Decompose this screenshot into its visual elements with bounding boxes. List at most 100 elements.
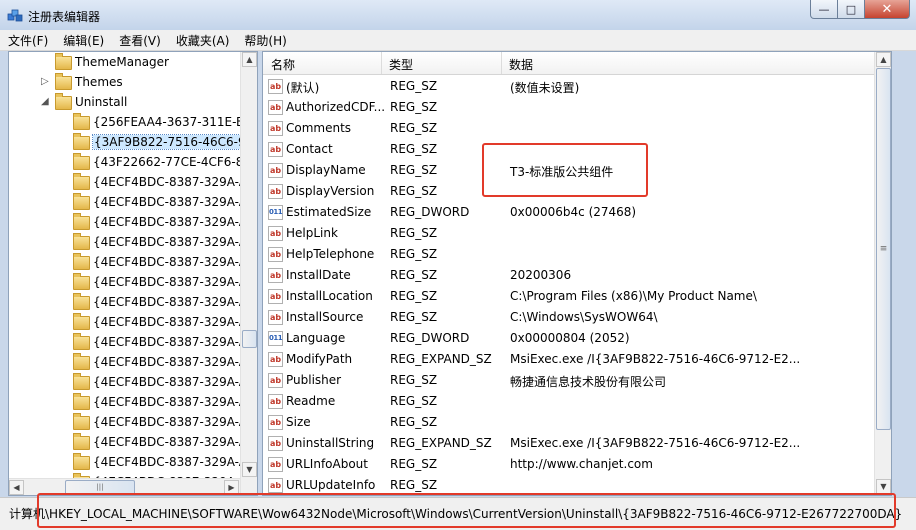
tree-item[interactable]: {4ECF4BDC-8387-329A-A [9, 433, 247, 453]
tree-item[interactable]: {4ECF4BDC-8387-329A-A [9, 273, 247, 293]
value-row[interactable]: ab AuthorizedCDF... REG_SZ [263, 97, 891, 118]
list-scroll-down-button[interactable]: ▼ [876, 479, 891, 494]
value-type: REG_SZ [390, 100, 438, 114]
column-header-type[interactable]: 类型 [389, 56, 413, 73]
tree-item[interactable]: {4ECF4BDC-8387-329A-A [9, 233, 247, 253]
tree-item[interactable]: {4ECF4BDC-8387-329A-A [9, 253, 247, 273]
value-name: InstallLocation [286, 289, 373, 303]
value-type: REG_SZ [390, 415, 438, 429]
binary-value-icon: 011 [268, 205, 283, 220]
string-value-icon: ab [268, 226, 283, 241]
value-row[interactable]: ab HelpLink REG_SZ [263, 223, 891, 244]
string-value-icon: ab [268, 268, 283, 283]
value-row[interactable]: ab InstallDate REG_SZ 20200306 [263, 265, 891, 286]
tree-item[interactable]: {4ECF4BDC-8387-329A-A [9, 453, 247, 473]
tree-item-label: {4ECF4BDC-8387-329A-A [93, 395, 247, 409]
value-row[interactable]: 011 EstimatedSize REG_DWORD 0x00006b4c (274… [263, 202, 891, 223]
tree-item[interactable]: {4ECF4BDC-8387-329A-A [9, 173, 247, 193]
tree-item[interactable]: {4ECF4BDC-8387-329A-A [9, 393, 247, 413]
value-name: ModifyPath [286, 352, 353, 366]
string-value-icon: ab [268, 163, 283, 178]
value-row[interactable]: ab UninstallString REG_EXPAND_SZ MsiExec.ex… [263, 433, 891, 454]
value-row[interactable]: ab ModifyPath REG_EXPAND_SZ MsiExec.exe /I{… [263, 349, 891, 370]
tree-item-label: {4ECF4BDC-8387-329A-A [93, 275, 247, 289]
value-name: (默认) [286, 81, 320, 95]
tree-item[interactable]: ◢ Uninstall [9, 93, 240, 113]
folder-icon [73, 373, 90, 390]
value-row[interactable]: ab InstallLocation REG_SZ C:\Program Files … [263, 286, 891, 307]
tree-item[interactable]: {3AF9B822-7516-46C6-97 [9, 133, 256, 153]
scroll-left-icon: ◀ [13, 483, 20, 492]
string-value-icon: ab [268, 415, 283, 430]
folder-icon [55, 93, 72, 110]
tree-item[interactable]: ▷ Themes [9, 73, 240, 93]
close-button[interactable]: ✕ [865, 0, 910, 19]
tree-scroll-thumb[interactable] [242, 330, 257, 348]
folder-icon [73, 253, 90, 270]
tree-item-label: {3AF9B822-7516-46C6-97 [91, 134, 256, 150]
list-scroll-up-button[interactable]: ▲ [876, 52, 891, 67]
tree-item[interactable]: ThemeManager [9, 53, 240, 73]
string-value-icon: ab [268, 352, 283, 367]
tree-item[interactable]: {4ECF4BDC-8387-329A-A [9, 193, 247, 213]
list-vertical-scrollbar[interactable]: ▲ ≡ ▼ [874, 52, 891, 495]
collapsed-arrow-icon[interactable]: ▷ [41, 76, 49, 87]
string-value-icon: ab [268, 289, 283, 304]
value-row[interactable]: ab InstallSource REG_SZ C:\Windows\SysWOW64… [263, 307, 891, 328]
value-name: EstimatedSize [286, 205, 372, 219]
tree-item[interactable]: {4ECF4BDC-8387-329A-A [9, 293, 247, 313]
folder-icon [55, 53, 72, 70]
value-row[interactable]: ab Publisher REG_SZ 畅捷通信息技术股份有限公司 [263, 370, 891, 391]
value-data: MsiExec.exe /I{3AF9B822-7516-46C6-9712-E… [510, 436, 801, 450]
tree-item[interactable]: {4ECF4BDC-8387-329A-A [9, 373, 247, 393]
value-row[interactable]: ab Comments REG_SZ [263, 118, 891, 139]
tree-item[interactable]: {4ECF4BDC-8387-329A-A [9, 333, 247, 353]
tree-item-label: {256FEAA4-3637-311E-B4 [93, 115, 252, 129]
value-list-pane[interactable]: 名称 类型 数据 ab (默认) REG_SZ (数值未设置) ab Authorized… [262, 51, 892, 496]
value-data: 0x00006b4c (27468) [510, 205, 637, 219]
menu-view[interactable]: 查看(V) [111, 30, 168, 50]
tree-item[interactable]: {4ECF4BDC-8387-329A-A [9, 213, 247, 233]
value-row[interactable]: ab Size REG_SZ [263, 412, 891, 433]
tree-item[interactable]: {4ECF4BDC-8387-329A-A [9, 413, 247, 433]
key-tree-pane[interactable]: ThemeManager ▷ Themes ◢ Uninstall {256FEAA4-3… [8, 51, 258, 496]
tree-item[interactable]: {43F22662-77CE-4CF6-8E [9, 153, 251, 173]
string-value-icon: ab [268, 478, 283, 493]
tree-item[interactable]: {4ECF4BDC-8387-329A-A [9, 353, 247, 373]
menu-file[interactable]: 文件(F) [0, 30, 55, 50]
tree-item[interactable]: {256FEAA4-3637-311E-B4 [9, 113, 252, 133]
value-row[interactable]: ab URLInfoAbout REG_SZ http://www.chanjet.c… [263, 454, 891, 475]
column-divider[interactable] [501, 52, 502, 74]
value-type: REG_SZ [390, 394, 438, 408]
tree-scroll-down-button[interactable]: ▼ [242, 462, 257, 477]
value-row[interactable]: ab (默认) REG_SZ (数值未设置) [263, 76, 891, 97]
menu-edit[interactable]: 编辑(E) [55, 30, 111, 50]
maximize-button[interactable]: □ [838, 0, 865, 19]
tree-item-label: Themes [75, 75, 123, 89]
value-name: DisplayVersion [286, 184, 375, 198]
value-row[interactable]: ab Readme REG_SZ [263, 391, 891, 412]
string-value-icon: ab [268, 100, 283, 115]
value-data: http://www.chanjet.com [510, 457, 653, 471]
tree-item[interactable]: {4ECF4BDC-8387-329A-A [9, 313, 247, 333]
tree-item-label: {4ECF4BDC-8387-329A-A [93, 335, 247, 349]
column-header-data[interactable]: 数据 [509, 56, 533, 73]
tree-scroll-up-button[interactable]: ▲ [242, 52, 257, 67]
regedit-app-icon [7, 9, 23, 22]
column-divider[interactable] [381, 52, 382, 74]
tree-scroll-left-button[interactable]: ◀ [9, 480, 24, 495]
menu-favorites[interactable]: 收藏夹(A) [168, 30, 237, 50]
column-header-name[interactable]: 名称 [271, 56, 295, 73]
folder-icon [73, 153, 90, 170]
value-type: REG_SZ [390, 184, 438, 198]
value-row[interactable]: ab HelpTelephone REG_SZ [263, 244, 891, 265]
menu-help[interactable]: 帮助(H) [236, 30, 293, 50]
value-data: (数值未设置) [510, 81, 580, 95]
list-scroll-thumb[interactable]: ≡ [876, 68, 891, 430]
scroll-up-icon: ▲ [880, 55, 887, 64]
string-value-icon: ab [268, 373, 283, 388]
expanded-arrow-icon[interactable]: ◢ [41, 96, 49, 107]
value-row[interactable]: 011 Language REG_DWORD 0x00000804 (2052) [263, 328, 891, 349]
minimize-button[interactable]: — [810, 0, 838, 19]
tree-vertical-scrollbar[interactable]: ▲ ▼ [240, 52, 257, 495]
